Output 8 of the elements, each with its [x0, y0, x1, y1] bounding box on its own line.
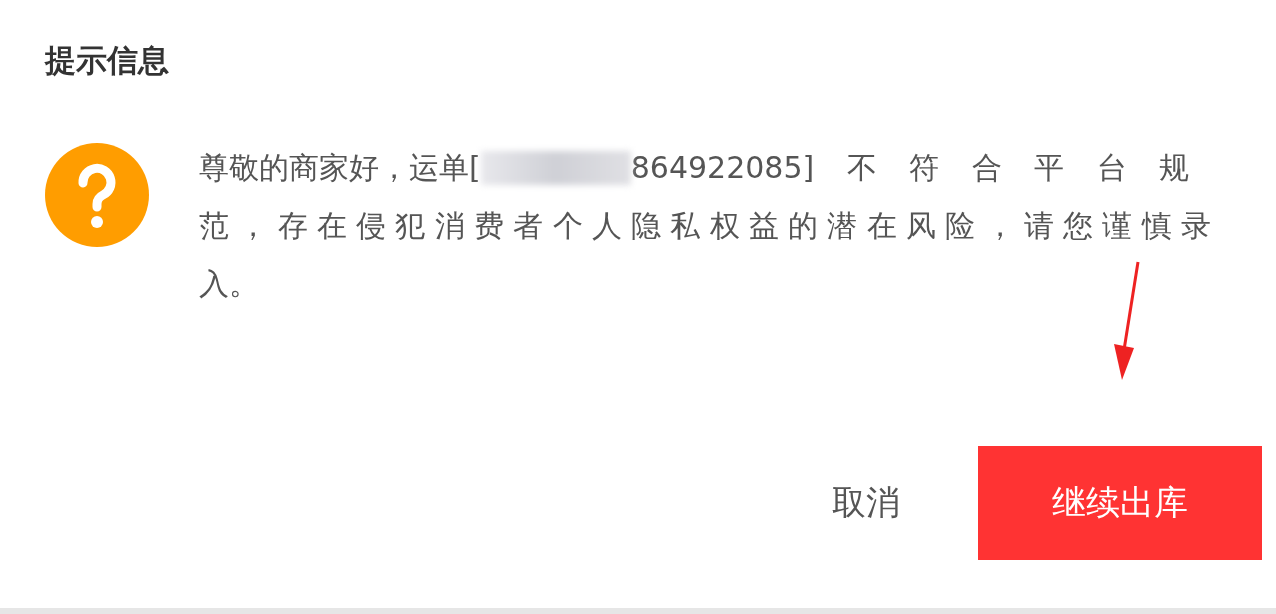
message-text: 864922085]不符合平台规 — [630, 149, 1189, 187]
continue-button[interactable]: 继续出库 — [978, 446, 1262, 560]
message-text: 尊敬的商家好，运单[ — [199, 149, 481, 187]
question-icon — [45, 143, 149, 247]
message-text: 范，存在侵犯消费者个人隐私权益的潜在风险，请您谨慎录 — [199, 207, 1211, 245]
message-text: 入。 — [199, 265, 259, 303]
cancel-button[interactable]: 取消 — [832, 480, 900, 526]
dialog-title: 提示信息 — [45, 41, 169, 80]
